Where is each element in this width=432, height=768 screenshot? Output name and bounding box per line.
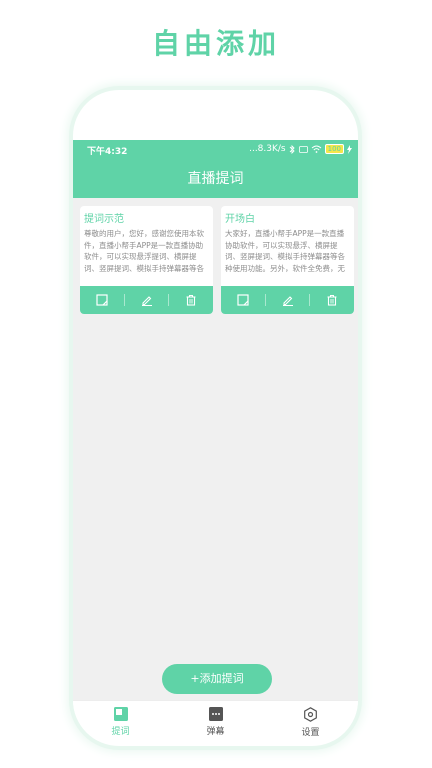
prompt-card[interactable]: 开场白 大家好，直播小帮手APP是一款直播协助软件，可以实现悬浮、横屏提词、竖屏… [221,206,354,314]
tab-settings[interactable]: 设置 [263,701,358,741]
card-body: 大家好，直播小帮手APP是一款直播协助软件，可以实现悬浮、横屏提词、竖屏提词、模… [225,229,345,273]
card-body: 尊敬的用户，您好，感谢您使用本软件，直播小帮手APP是一款直播协助软件，可以实现… [84,229,204,273]
trash-icon [186,295,196,306]
charging-icon [347,144,352,154]
add-prompt-button[interactable]: +添加提词 [162,664,272,694]
delete-button[interactable] [169,286,213,314]
phone-frame: 下午4:32 ...8.3K/s 100 直播提词 提词示范 尊敬的用户，您好，… [73,90,358,746]
edit-button[interactable] [266,286,310,314]
tab-label: 设置 [301,728,320,738]
open-button[interactable] [221,286,265,314]
network-speed: ...8.3K/s [249,144,286,154]
trash-icon [327,295,337,306]
bluetooth-icon [289,144,295,154]
square-icon [96,294,108,306]
tab-prompts[interactable]: 提词 [73,701,168,741]
card-title: 开场白 [225,214,255,225]
promo-title: 自由添加 [151,27,280,60]
card-title: 提词示范 [84,214,124,225]
open-button[interactable] [80,286,124,314]
delete-button[interactable] [310,286,354,314]
tab-label: 弹幕 [206,727,225,737]
app-title: 直播提词 [73,160,358,198]
system-nav-bar [73,741,358,746]
wifi-icon [311,145,321,153]
status-icons: ...8.3K/s 100 [249,144,352,154]
square-icon [237,294,249,306]
danmaku-icon [208,707,223,721]
status-time: 下午4:32 [87,147,128,157]
battery-icon: 100 [324,144,344,154]
card-actions [80,286,213,314]
tab-label: 提词 [111,727,130,737]
sim-icon [298,145,308,153]
note-icon [113,707,128,721]
settings-hex-icon [304,707,317,722]
edit-button[interactable] [125,286,169,314]
app-screen: 下午4:32 ...8.3K/s 100 直播提词 提词示范 尊敬的用户，您好，… [73,140,358,700]
pencil-icon [141,296,152,306]
tab-danmaku[interactable]: 弹幕 [168,701,263,741]
status-bar: 下午4:32 ...8.3K/s 100 [73,140,358,160]
card-actions [221,286,354,314]
prompt-card[interactable]: 提词示范 尊敬的用户，您好，感谢您使用本软件，直播小帮手APP是一款直播协助软件… [80,206,213,314]
bottom-tab-bar: 提词 弹幕 设置 [73,700,358,741]
pencil-icon [282,296,293,306]
